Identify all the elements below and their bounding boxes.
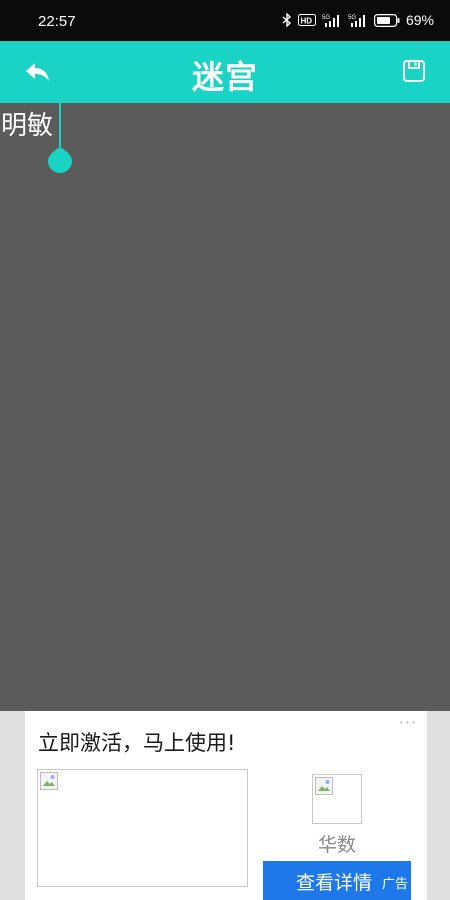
app-bar: 迷宫 — [0, 44, 450, 103]
maze-canvas[interactable]: 明敏 — [0, 103, 450, 711]
ad-card[interactable]: ··· 立即激活，马上使用! 华数 查看详情 广告 — [25, 711, 427, 900]
ad-app-icon[interactable] — [312, 774, 362, 824]
page-title: 迷宫 — [191, 58, 258, 96]
text-input[interactable]: 明敏 — [1, 109, 53, 143]
hd-icon: HD — [297, 14, 316, 26]
5g-signal-icon: 5G — [348, 13, 368, 27]
view-details-label: 查看详情 — [296, 872, 373, 894]
status-time: 22:57 — [38, 13, 76, 30]
save-button[interactable] — [400, 59, 428, 87]
svg-text:HD: HD — [300, 17, 312, 26]
ad-brand-name: 华数 — [317, 834, 356, 856]
5g-signal-icon: 5G — [322, 13, 342, 27]
ad-tag: 广告 — [381, 877, 408, 892]
svg-text:5G: 5G — [322, 15, 330, 21]
bluetooth-icon — [282, 13, 292, 27]
broken-image-icon — [315, 777, 333, 795]
ad-image[interactable] — [37, 769, 248, 887]
battery-percent: 69% — [405, 12, 434, 28]
view-details-button[interactable]: 查看详情 广告 — [263, 861, 411, 900]
status-bar: 22:57 HD 5G 5G 69% — [0, 0, 450, 43]
save-icon — [402, 59, 426, 87]
ad-banner-area: ··· 立即激活，马上使用! 华数 查看详情 广告 — [0, 711, 450, 900]
cursor-handle[interactable] — [47, 146, 73, 174]
status-indicators: HD 5G 5G 69% — [282, 12, 434, 28]
broken-image-icon — [40, 772, 58, 790]
ad-more-button[interactable]: ··· — [399, 713, 417, 732]
battery-icon — [373, 13, 400, 27]
text-cursor — [59, 103, 61, 147]
svg-text:5G: 5G — [348, 15, 356, 21]
ad-headline: 立即激活，马上使用! — [38, 731, 236, 755]
